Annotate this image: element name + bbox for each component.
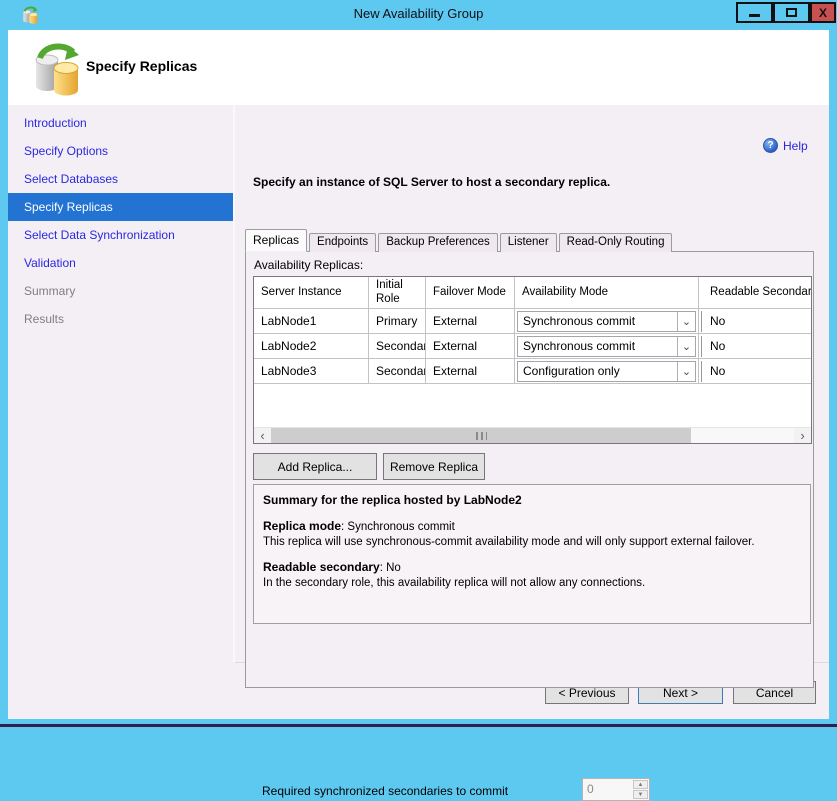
nav-item-results: Results xyxy=(8,305,233,333)
maximize-icon xyxy=(786,8,797,17)
title-bar: New Availability Group X xyxy=(0,0,837,30)
page-title: Specify Replicas xyxy=(86,58,197,74)
readable-secondary-dropdown[interactable]: No xyxy=(701,361,812,382)
replicas-grid: Server Instance Initial Role Failover Mo… xyxy=(253,276,812,444)
tab-backup-preferences[interactable]: Backup Preferences xyxy=(378,233,498,252)
add-replica-button[interactable]: Add Replica... xyxy=(253,453,377,480)
table-row[interactable]: LabNode3 Secondary External Configuratio… xyxy=(254,359,812,384)
cell-readable-secondary: No xyxy=(699,334,812,358)
table-row[interactable]: LabNode1 Primary External Synchronous co… xyxy=(254,309,812,334)
col-failover-mode[interactable]: Failover Mode xyxy=(426,277,515,308)
window-title: New Availability Group xyxy=(0,0,837,30)
cell-failover-mode: External xyxy=(426,359,515,383)
cell-readable-secondary: No xyxy=(699,309,812,333)
nav-item-validation[interactable]: Validation xyxy=(8,249,233,277)
wizard-header: Specify Replicas xyxy=(8,30,829,105)
chevron-down-icon: ⌄ xyxy=(677,362,695,381)
readable-secondary-line: Readable secondary: No xyxy=(263,560,801,576)
close-button[interactable]: X xyxy=(810,2,836,23)
minimize-button[interactable] xyxy=(736,2,773,23)
nav-item-select-data-synchronization[interactable]: Select Data Synchronization xyxy=(8,221,233,249)
grid-header-row: Server Instance Initial Role Failover Mo… xyxy=(254,277,812,309)
spinner-value: 0 xyxy=(583,779,632,800)
cell-initial-role: Secondary xyxy=(369,334,426,358)
cell-initial-role: Primary xyxy=(369,309,426,333)
replica-mode-line: Replica mode: Synchronous commit xyxy=(263,519,801,535)
nav-item-specify-options[interactable]: Specify Options xyxy=(8,137,233,165)
col-server-instance[interactable]: Server Instance xyxy=(254,277,369,308)
tab-read-only-routing[interactable]: Read-Only Routing xyxy=(559,233,673,252)
cell-server: LabNode2 xyxy=(254,334,369,358)
scroll-right-icon[interactable]: › xyxy=(794,428,811,443)
help-link[interactable]: ? Help xyxy=(763,138,808,153)
readable-secondary-dropdown[interactable]: No xyxy=(701,336,812,357)
cell-failover-mode: External xyxy=(426,334,515,358)
minimize-icon xyxy=(749,14,760,17)
horizontal-scrollbar[interactable]: ‹ › xyxy=(254,427,811,443)
col-readable-secondary[interactable]: Readable Secondary xyxy=(699,277,812,308)
cell-server: LabNode3 xyxy=(254,359,369,383)
instruction-text: Specify an instance of SQL Server to hos… xyxy=(253,175,610,189)
remove-replica-button[interactable]: Remove Replica xyxy=(383,453,485,480)
tab-replicas[interactable]: Replicas xyxy=(245,229,307,252)
spin-up-icon[interactable]: ▲ xyxy=(633,780,648,789)
cell-initial-role: Secondary xyxy=(369,359,426,383)
grid-empty-area xyxy=(254,384,812,425)
replica-summary-panel: Summary for the replica hosted by LabNod… xyxy=(253,484,811,624)
tab-strip: Replicas Endpoints Backup Preferences Li… xyxy=(245,229,674,252)
availability-replicas-label: Availability Replicas: xyxy=(254,258,363,272)
col-availability-mode[interactable]: Availability Mode xyxy=(515,277,699,308)
nav-item-select-databases[interactable]: Select Databases xyxy=(8,165,233,193)
maximize-button[interactable] xyxy=(773,2,810,23)
cell-availability-mode: Configuration only ⌄ xyxy=(515,359,699,383)
replica-mode-desc: This replica will use synchronous-commit… xyxy=(263,535,801,550)
replicas-tab-panel: Availability Replicas: Server Instance I… xyxy=(245,251,814,688)
table-row[interactable]: LabNode2 Secondary External Synchronous … xyxy=(254,334,812,359)
nav-item-introduction[interactable]: Introduction xyxy=(8,109,233,137)
spinner-buttons: ▲ ▼ xyxy=(632,779,649,800)
scrollbar-thumb[interactable] xyxy=(271,428,691,443)
spin-down-icon[interactable]: ▼ xyxy=(633,790,648,799)
chevron-down-icon: ⌄ xyxy=(677,337,695,356)
availability-mode-dropdown[interactable]: Configuration only ⌄ xyxy=(517,361,696,382)
help-icon: ? xyxy=(763,138,778,153)
help-label: Help xyxy=(783,139,808,153)
cell-server: LabNode1 xyxy=(254,309,369,333)
tab-endpoints[interactable]: Endpoints xyxy=(309,233,376,252)
required-secondaries-spinner[interactable]: 0 ▲ ▼ xyxy=(582,778,650,801)
chevron-down-icon: ⌄ xyxy=(677,312,695,331)
cell-readable-secondary: No xyxy=(699,359,812,383)
main-content: ? Help Specify an instance of SQL Server… xyxy=(237,105,829,662)
wizard-nav: Introduction Specify Options Select Data… xyxy=(8,105,235,662)
cell-availability-mode: Synchronous commit ⌄ xyxy=(515,334,699,358)
required-secondaries-label: Required synchronized secondaries to com… xyxy=(262,784,508,798)
nav-item-specify-replicas[interactable]: Specify Replicas xyxy=(8,193,233,221)
readable-secondary-desc: In the secondary role, this availability… xyxy=(263,576,801,591)
nav-item-summary: Summary xyxy=(8,277,233,305)
availability-mode-dropdown[interactable]: Synchronous commit ⌄ xyxy=(517,336,696,357)
cell-failover-mode: External xyxy=(426,309,515,333)
availability-mode-dropdown[interactable]: Synchronous commit ⌄ xyxy=(517,311,696,332)
readable-secondary-dropdown[interactable]: No xyxy=(701,311,812,332)
cell-availability-mode: Synchronous commit ⌄ xyxy=(515,309,699,333)
specify-replicas-icon xyxy=(32,42,80,96)
summary-title: Summary for the replica hosted by LabNod… xyxy=(263,493,522,507)
window-content: Specify Replicas Introduction Specify Op… xyxy=(8,30,829,719)
scrollbar-track[interactable] xyxy=(691,428,794,443)
col-initial-role[interactable]: Initial Role xyxy=(369,277,426,308)
scroll-left-icon[interactable]: ‹ xyxy=(254,428,271,443)
scrollbar-grip-icon xyxy=(476,432,487,440)
tab-listener[interactable]: Listener xyxy=(500,233,557,252)
close-icon: X xyxy=(819,7,827,19)
